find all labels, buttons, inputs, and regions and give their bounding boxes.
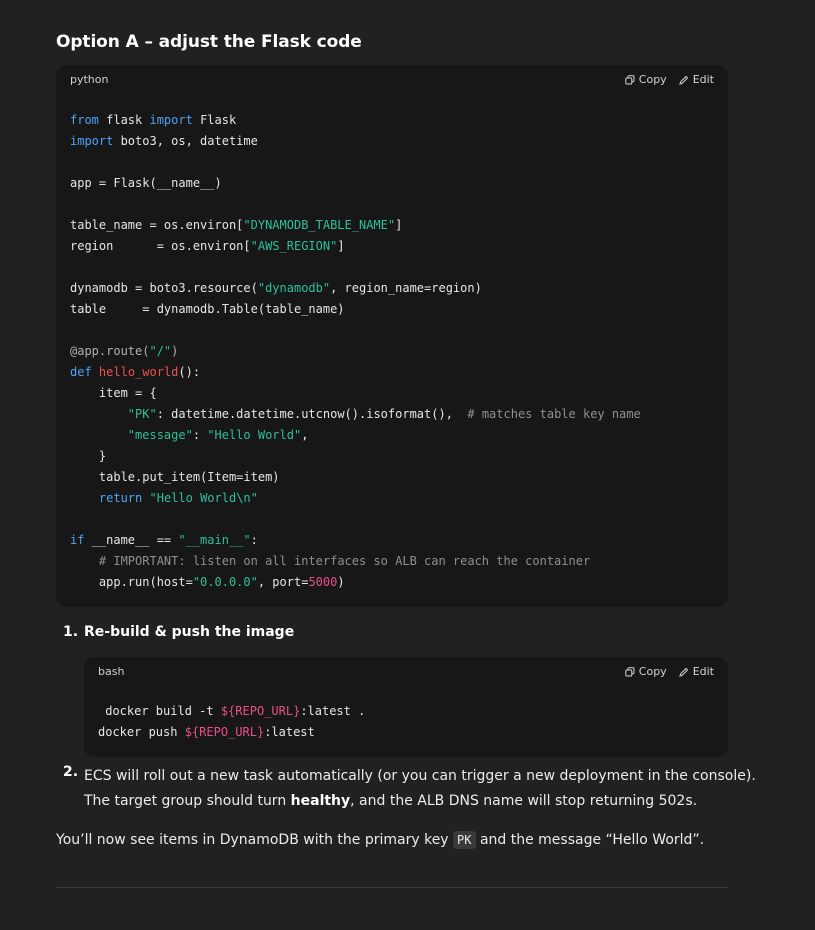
code-actions: Copy Edit (625, 73, 714, 86)
copy-icon (625, 666, 635, 676)
code-block-bash: bash Copy Edit docker build -t ${REPO_UR… (84, 657, 728, 757)
edit-label: Edit (692, 73, 714, 86)
step-2-text: ECS will roll out a new task automatical… (84, 764, 756, 814)
bash-code: docker build -t ${REPO_URL}:latest . doc… (98, 704, 366, 739)
closing-pre: You’ll now see items in DynamoDB with th… (56, 832, 454, 848)
closing-paragraph: You’ll now see items in DynamoDB with th… (56, 828, 704, 853)
step-1-number: 1. (63, 624, 79, 640)
edit-label: Edit (692, 665, 714, 678)
step-2-line1: ECS will roll out a new task automatical… (84, 768, 756, 784)
copy-label: Copy (638, 665, 667, 678)
code-language-label: python (70, 73, 109, 86)
code-language-label: bash (98, 665, 125, 678)
edit-code-button[interactable]: Edit (679, 665, 714, 678)
copy-label: Copy (638, 73, 667, 86)
step-2-number: 2. (63, 764, 79, 780)
step-2-line2-pre: The target group should turn (84, 793, 291, 809)
section-heading: Option A – adjust the Flask code (56, 32, 362, 52)
step-1-text: Re-build & push the image (84, 624, 295, 640)
copy-code-button[interactable]: Copy (625, 73, 667, 86)
code-block-python: python Copy Edit from flask import Flask… (56, 65, 728, 607)
edit-icon (679, 667, 688, 677)
python-code: from flask import Flask import boto3, os… (70, 113, 641, 589)
edit-code-button[interactable]: Edit (679, 73, 714, 86)
inline-code-pk: PK (453, 831, 476, 849)
copy-code-button[interactable]: Copy (625, 665, 667, 678)
edit-icon (679, 75, 688, 85)
code-actions: Copy Edit (625, 665, 714, 678)
step-2-line2: The target group should turn healthy, an… (84, 789, 734, 814)
code-header: python Copy Edit (70, 73, 714, 89)
closing-post: and the message “Hello World”. (475, 832, 705, 848)
healthy-emphasis: healthy (290, 793, 351, 809)
copy-icon (625, 74, 635, 84)
divider (56, 887, 728, 888)
code-header: bash Copy Edit (98, 665, 714, 681)
step-2-line2-post: , and the ALB DNS name will stop returni… (350, 793, 698, 809)
